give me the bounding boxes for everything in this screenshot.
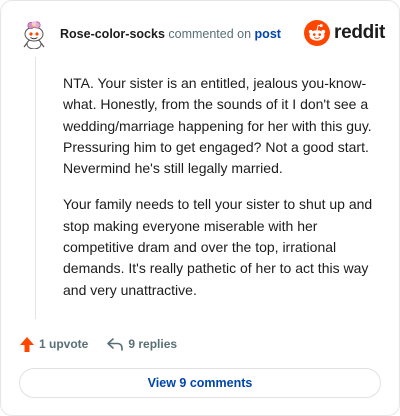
- commented-on-text: commented on: [164, 27, 255, 41]
- reddit-logo-icon: [304, 20, 331, 46]
- upvote-arrow-icon: [20, 336, 34, 352]
- upvote-button[interactable]: 1 upvote: [19, 336, 88, 353]
- thread-line[interactable]: [35, 57, 36, 319]
- comment-body: NTA. Your sister is an entitled, jealous…: [63, 73, 375, 316]
- comment-card: Rose-color-socks commented on post reddi…: [0, 0, 400, 416]
- snoo-avatar-icon[interactable]: [19, 19, 49, 49]
- reddit-logo[interactable]: reddit: [304, 19, 385, 47]
- reddit-wordmark: reddit: [334, 22, 385, 43]
- replies-count: 9 replies: [128, 337, 178, 351]
- comment-paragraph: NTA. Your sister is an entitled, jealous…: [63, 75, 372, 177]
- replies-button[interactable]: 9 replies: [106, 336, 177, 352]
- comment-paragraph: Your family needs to tell your sister to…: [63, 196, 373, 298]
- comment-actions: 1 upvote 9 replies: [19, 334, 177, 354]
- upvote-count: 1 upvote: [39, 337, 89, 351]
- reply-arrow-icon: [107, 338, 124, 351]
- post-link[interactable]: post: [255, 27, 281, 41]
- comment-meta: Rose-color-socks commented on post: [60, 27, 281, 41]
- view-comments-button[interactable]: View 9 comments: [19, 368, 381, 398]
- username-link[interactable]: Rose-color-socks: [60, 27, 165, 41]
